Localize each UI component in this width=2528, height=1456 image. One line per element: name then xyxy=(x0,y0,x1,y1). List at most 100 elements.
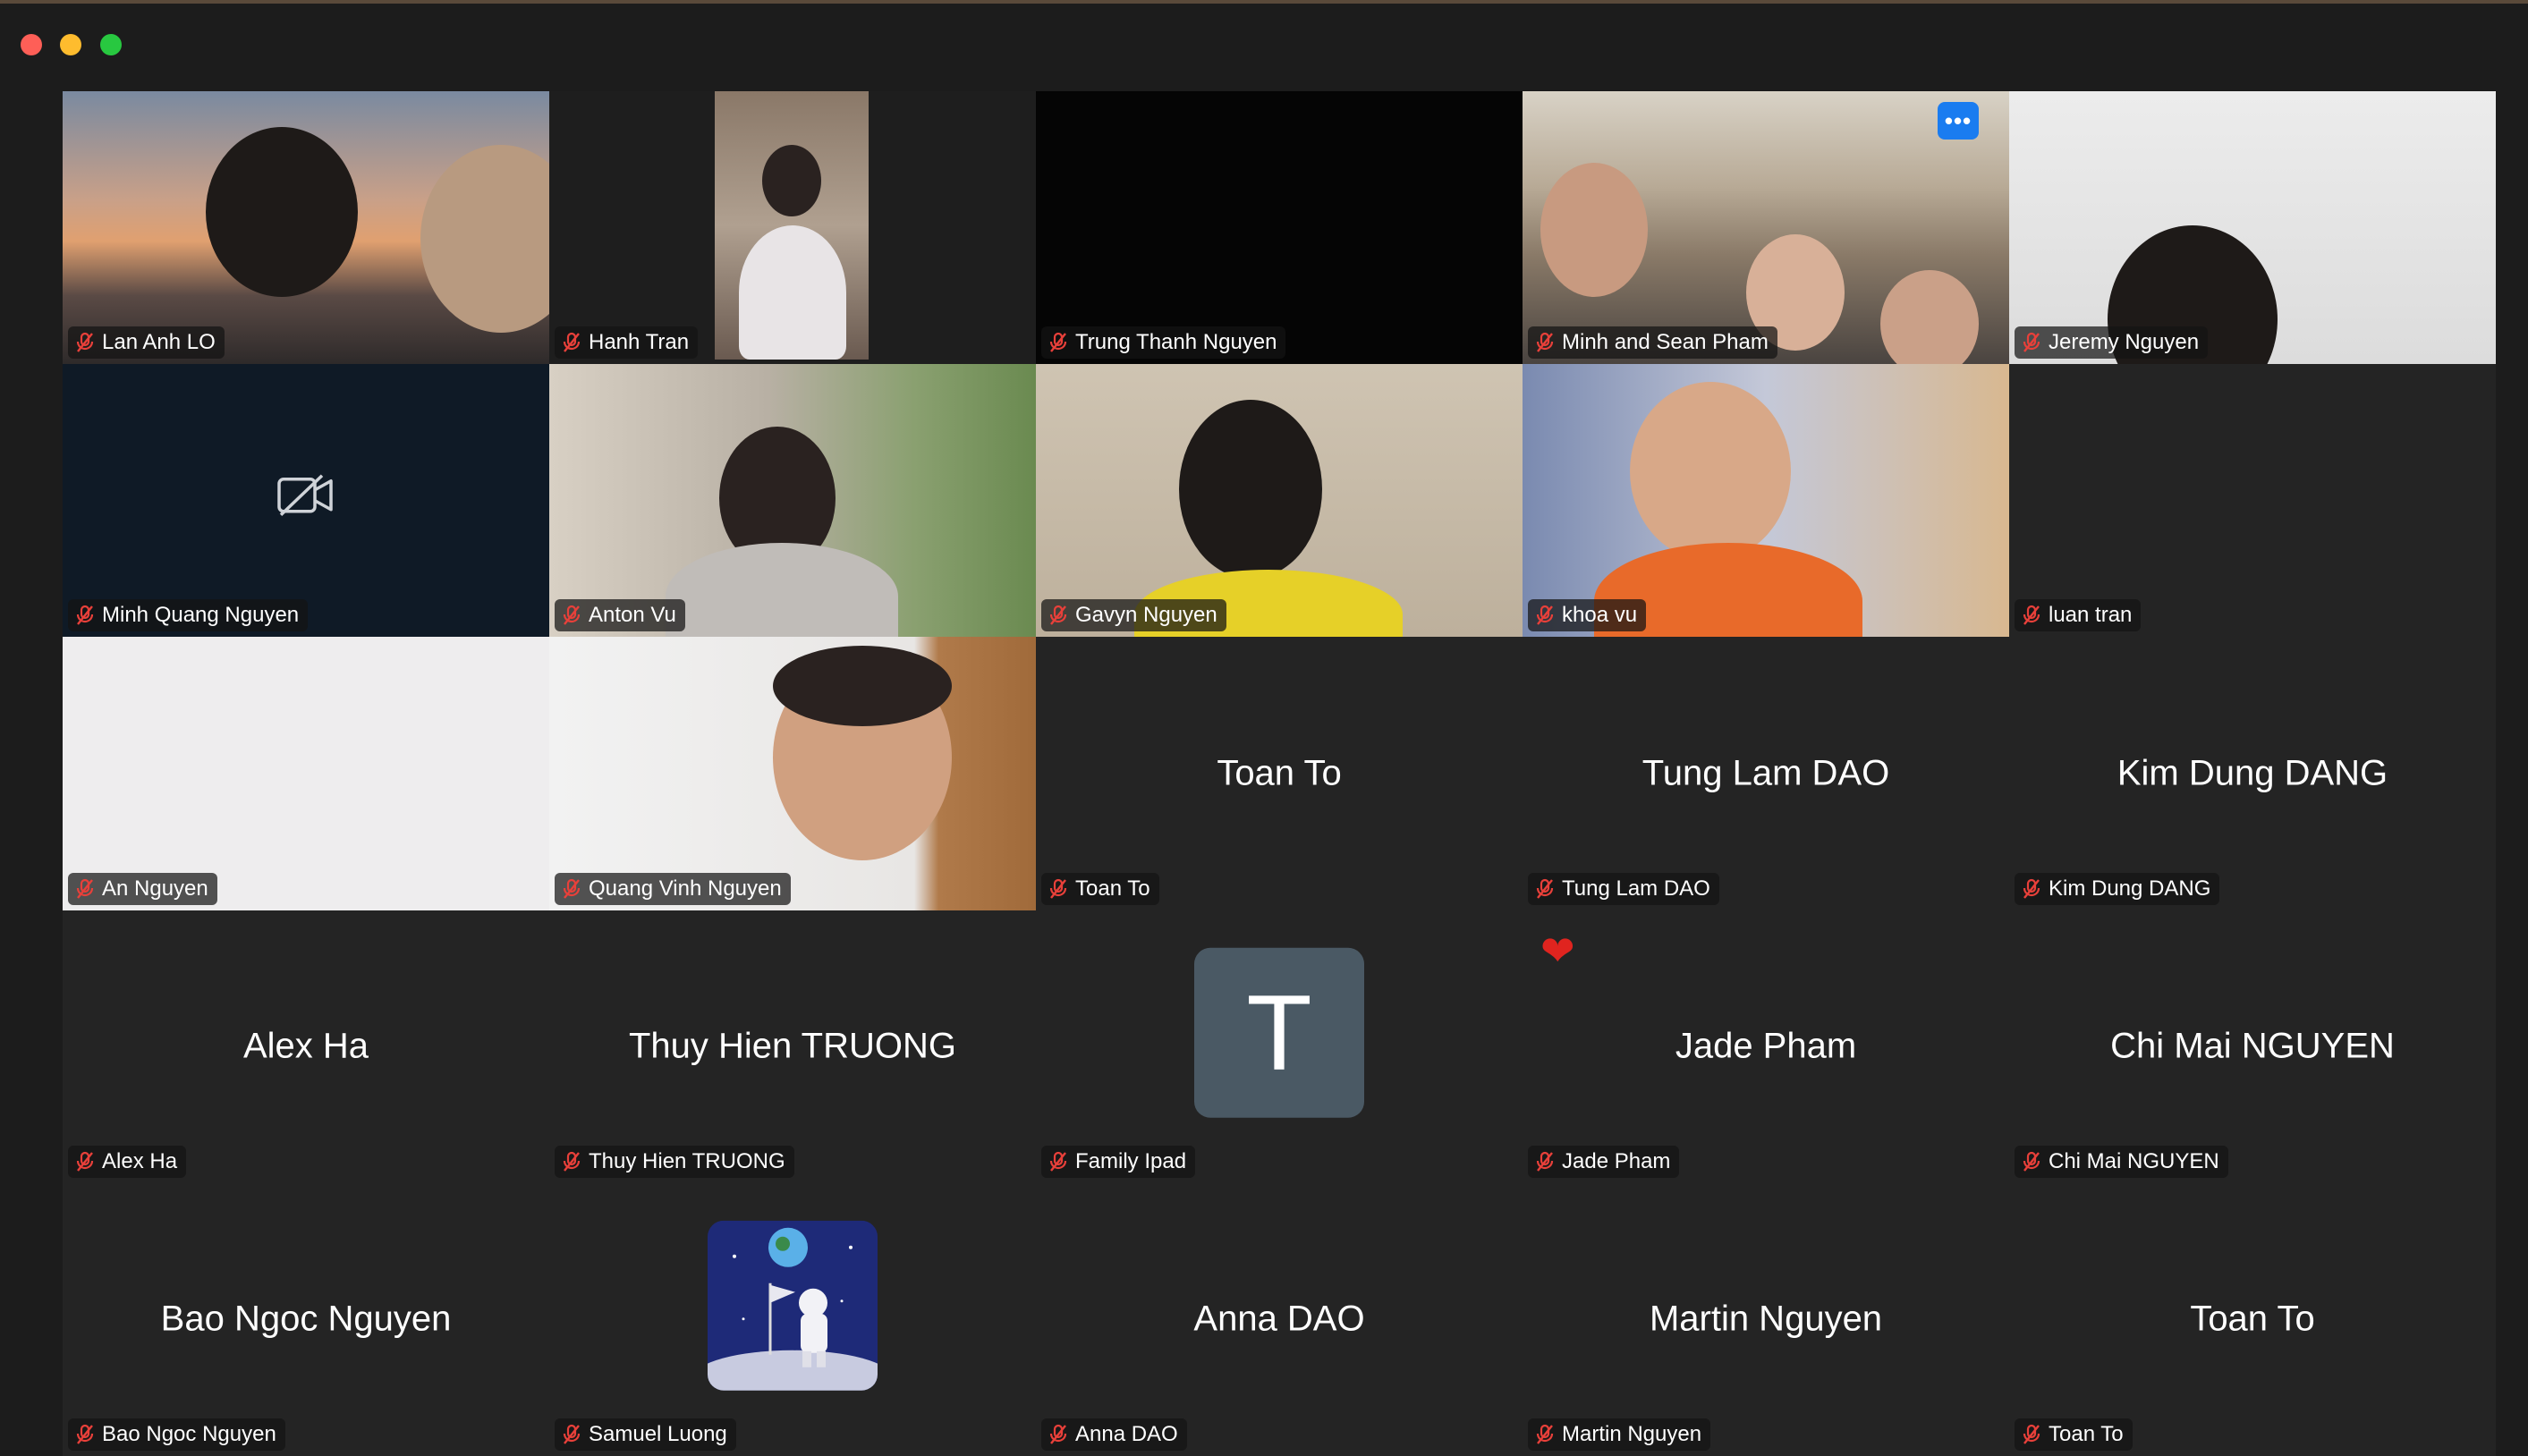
participant-display-name: Jade Pham xyxy=(1675,1026,1857,1066)
participant-name-tag: Tung Lam DAO xyxy=(1528,872,1719,905)
participant-name-tag: Thuy Hien TRUONG xyxy=(555,1145,794,1178)
participant-name-tag: Kim Dung DANG xyxy=(2015,872,2220,905)
participant-name: Martin Nguyen xyxy=(1562,1422,1702,1446)
participant-tile[interactable]: Jeremy Nguyen xyxy=(2009,91,2496,365)
mic-off-icon xyxy=(1049,333,1067,352)
mic-off-icon xyxy=(2023,878,2040,899)
participant-name-tag: Anna DAO xyxy=(1041,1418,1187,1451)
participant-name: Toan To xyxy=(2049,1422,2124,1446)
mic-off-icon xyxy=(1536,605,1554,626)
participant-display-name: Kim Dung DANG xyxy=(2117,753,2388,793)
mic-off-icon xyxy=(563,1424,581,1444)
participant-name: Chi Mai NGUYEN xyxy=(2049,1148,2219,1173)
participant-name-tag: Toan To xyxy=(1041,872,1159,905)
participant-display-name: Chi Mai NGUYEN xyxy=(2110,1026,2395,1066)
participant-tile[interactable]: An Nguyen xyxy=(63,637,549,910)
window-top-strip xyxy=(0,0,2528,4)
participant-name-tag: Quang Vinh Nguyen xyxy=(555,872,791,905)
participant-name-tag: Lan Anh LO xyxy=(68,326,225,360)
participant-name: Lan Anh LO xyxy=(102,330,216,355)
participant-name-tag: Jade Pham xyxy=(1528,1145,1680,1178)
participant-name-tag: Minh and Sean Pham xyxy=(1528,326,1777,360)
participant-tile[interactable]: Alex Ha Alex Ha xyxy=(63,910,549,1183)
participant-tile[interactable]: Samuel Luong xyxy=(549,1182,1036,1456)
participant-name-tag: Anton Vu xyxy=(555,599,685,632)
participant-tile[interactable]: Gavyn Nguyen xyxy=(1036,364,1523,638)
participant-tile[interactable]: Thuy Hien TRUONG Thuy Hien TRUONG xyxy=(549,910,1036,1183)
participant-name-tag: Alex Ha xyxy=(68,1145,187,1178)
more-options-button[interactable]: ••• xyxy=(1938,102,1979,140)
participant-tile[interactable]: Anton Vu xyxy=(549,364,1036,638)
participant-name-tag: Gavyn Nguyen xyxy=(1041,599,1226,632)
participant-name: Tung Lam DAO xyxy=(1562,876,1710,901)
participant-tile[interactable]: Tung Lam DAO Tung Lam DAO xyxy=(1523,637,2009,910)
participant-name-tag: Samuel Luong xyxy=(555,1418,736,1451)
participant-name: Jeremy Nguyen xyxy=(2049,330,2200,355)
participant-tile[interactable]: Lan Anh LO xyxy=(63,91,549,365)
close-window-button[interactable] xyxy=(21,34,42,55)
participant-name: Family Ipad xyxy=(1075,1148,1187,1173)
participant-name: Alex Ha xyxy=(102,1148,178,1173)
mic-off-icon xyxy=(1536,333,1554,352)
participant-tile[interactable]: Toan To Toan To xyxy=(1036,637,1523,910)
mic-off-icon xyxy=(2023,1151,2040,1172)
mic-off-icon xyxy=(76,1424,94,1444)
participant-name: khoa vu xyxy=(1562,603,1638,628)
participant-tile[interactable]: Toan To Toan To xyxy=(2009,1182,2496,1456)
participant-tile[interactable]: Anna DAO Anna DAO xyxy=(1036,1182,1523,1456)
participant-name: An Nguyen xyxy=(102,876,208,901)
participant-name: Anton Vu xyxy=(589,603,676,628)
participant-name-tag: An Nguyen xyxy=(68,872,217,905)
participant-tile[interactable]: Kim Dung DANG Kim Dung DANG xyxy=(2009,637,2496,910)
participant-display-name: Toan To xyxy=(2190,1299,2315,1339)
participant-name: Toan To xyxy=(1075,876,1150,901)
participant-name: Minh and Sean Pham xyxy=(1562,330,1769,355)
participant-tile[interactable]: Minh Quang Nguyen xyxy=(63,364,549,638)
mic-off-icon xyxy=(76,605,94,626)
mic-off-icon xyxy=(1049,1424,1067,1444)
participant-name: Bao Ngoc Nguyen xyxy=(102,1422,276,1446)
participant-name: luan tran xyxy=(2049,603,2133,628)
participant-name: Thuy Hien TRUONG xyxy=(589,1148,785,1173)
camera-off-icon xyxy=(277,474,333,516)
participant-display-name: Martin Nguyen xyxy=(1649,1299,1883,1339)
mic-off-icon xyxy=(2023,333,2040,352)
mic-off-icon xyxy=(1049,878,1067,899)
minimize-window-button[interactable] xyxy=(60,34,81,55)
participant-name: Jade Pham xyxy=(1562,1148,1671,1173)
participant-name-tag: Toan To xyxy=(2015,1418,2133,1451)
zoom-window: Lan Anh LO Hanh Tran Trung Thanh Nguyen xyxy=(0,0,2528,1456)
participant-name-tag: luan tran xyxy=(2015,599,2142,632)
participant-tile[interactable]: ❤ Jade Pham Jade Pham xyxy=(1523,910,2009,1183)
participant-tile[interactable]: T Family Ipad xyxy=(1036,910,1523,1183)
mic-off-icon xyxy=(76,878,94,899)
participant-tile[interactable]: ••• Minh and Sean Pham xyxy=(1523,91,2009,365)
participant-tile[interactable]: Martin Nguyen Martin Nguyen xyxy=(1523,1182,2009,1456)
participant-display-name: Anna DAO xyxy=(1193,1299,1365,1339)
participant-name: Quang Vinh Nguyen xyxy=(589,876,782,901)
mic-off-icon xyxy=(76,1151,94,1172)
participant-tile[interactable]: Bao Ngoc Nguyen Bao Ngoc Nguyen xyxy=(63,1182,549,1456)
mic-off-icon xyxy=(1536,1424,1554,1444)
participant-tile[interactable]: Chi Mai NGUYEN Chi Mai NGUYEN xyxy=(2009,910,2496,1183)
participant-name: Samuel Luong xyxy=(589,1422,727,1446)
participant-name-tag: Family Ipad xyxy=(1041,1145,1196,1178)
participant-tile[interactable]: Trung Thanh Nguyen xyxy=(1036,91,1523,365)
mic-off-icon xyxy=(563,1151,581,1172)
participant-tile[interactable]: Hanh Tran xyxy=(549,91,1036,365)
participant-display-name: Alex Ha xyxy=(242,1026,369,1066)
participant-name-tag: khoa vu xyxy=(1528,599,1647,632)
participant-name: Trung Thanh Nguyen xyxy=(1075,330,1277,355)
mic-off-icon xyxy=(1049,1151,1067,1172)
participant-tile[interactable]: Quang Vinh Nguyen xyxy=(549,637,1036,910)
mic-off-icon xyxy=(2023,605,2040,626)
avatar: T xyxy=(1194,947,1364,1118)
participant-tile[interactable]: khoa vu xyxy=(1523,364,2009,638)
participant-tile[interactable]: luan tran xyxy=(2009,364,2496,638)
heart-reaction-icon: ❤ xyxy=(1540,927,1575,974)
mic-off-icon xyxy=(1536,878,1554,899)
participant-name: Kim Dung DANG xyxy=(2049,876,2211,901)
participant-name: Anna DAO xyxy=(1075,1422,1178,1446)
mic-off-icon xyxy=(1049,605,1067,626)
maximize-window-button[interactable] xyxy=(100,34,122,55)
